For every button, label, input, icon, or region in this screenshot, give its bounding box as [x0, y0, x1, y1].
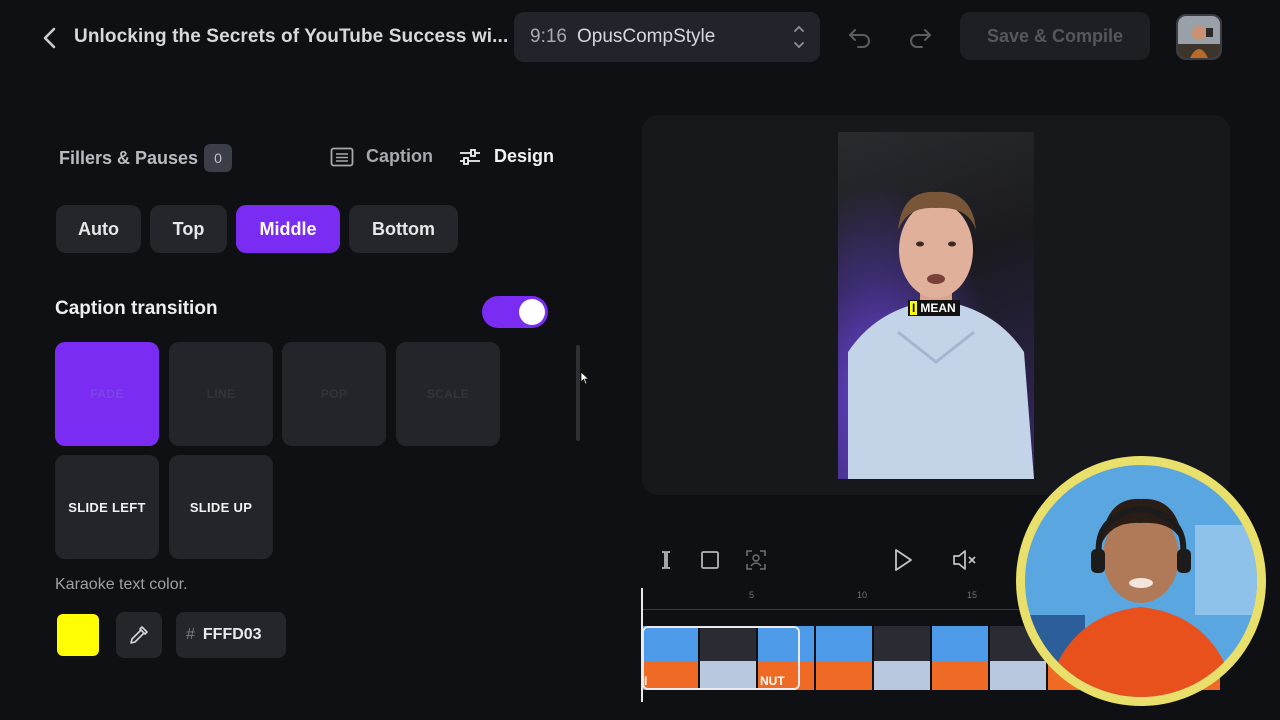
caption-list-icon	[330, 147, 354, 166]
transition-tile-slide-left[interactable]: SLIDE LEFT	[55, 455, 159, 559]
clip-thumb[interactable]	[874, 626, 930, 690]
position-top-button[interactable]: Top	[150, 205, 227, 253]
style-preset-name: OpusCompStyle	[576, 26, 716, 47]
clip-thumb[interactable]	[932, 626, 988, 690]
aspect-ratio-label: 9:16	[530, 26, 567, 47]
select-updown-icon	[794, 25, 804, 49]
webcam-overlay	[1016, 456, 1266, 706]
mute-button[interactable]	[950, 546, 978, 574]
caption-transition-toggle[interactable]	[482, 296, 548, 328]
tab-caption[interactable]: Caption	[330, 146, 433, 167]
webcam-feed	[1025, 465, 1257, 697]
stop-button[interactable]	[696, 546, 724, 574]
chevron-left-icon	[43, 27, 56, 49]
hex-hash-symbol: #	[186, 626, 195, 643]
eyedropper-button[interactable]	[116, 612, 162, 658]
aspect-style-select[interactable]: 9:16 OpusCompStyle	[514, 12, 820, 62]
caption-transition-title: Caption transition	[55, 298, 218, 319]
transition-tile-fade[interactable]: FADE	[55, 342, 159, 446]
ruler-tick-5: 5	[749, 590, 755, 600]
ruler-tick-10: 10	[857, 590, 868, 600]
avatar-image	[1178, 16, 1220, 58]
webcam-person-image	[1025, 465, 1257, 697]
transition-tile-slide-up[interactable]: SLIDE UP	[169, 455, 273, 559]
selected-clip-outline[interactable]	[642, 626, 800, 690]
tab-design[interactable]: Design	[458, 146, 554, 167]
position-middle-button[interactable]: Middle	[236, 205, 340, 253]
toggle-knob	[519, 299, 545, 325]
caption-highlight-word: I	[910, 301, 918, 315]
eyedropper-icon	[130, 626, 148, 644]
redo-icon	[910, 29, 931, 48]
mouse-cursor-icon	[580, 371, 590, 390]
transition-scrollbar[interactable]	[576, 345, 580, 441]
transition-tile-line[interactable]: LINE	[169, 342, 273, 446]
karaoke-color-label: Karaoke text color.	[55, 576, 188, 593]
karaoke-color-swatch[interactable]	[57, 614, 99, 656]
redo-button[interactable]	[906, 24, 934, 50]
hex-value: FFFD03	[202, 626, 262, 643]
transition-tile-pop[interactable]: POP	[282, 342, 386, 446]
volume-muted-icon	[953, 550, 976, 570]
trim-button[interactable]	[652, 546, 680, 574]
tab-design-label: Design	[494, 146, 555, 166]
position-bottom-button[interactable]: Bottom	[349, 205, 458, 253]
play-icon	[895, 549, 912, 571]
user-avatar[interactable]	[1176, 14, 1222, 60]
fillers-pauses-label[interactable]: Fillers & Pauses	[59, 148, 198, 169]
project-title[interactable]: Unlocking the Secrets of YouTube Success…	[74, 26, 508, 48]
caption-word: MEAN	[920, 301, 956, 315]
position-auto-button[interactable]: Auto	[56, 205, 141, 253]
fillers-count-badge: 0	[204, 144, 232, 172]
sliders-icon	[460, 148, 480, 165]
focus-frame-icon	[746, 550, 766, 570]
split-cursor-icon	[662, 551, 670, 569]
undo-icon	[849, 29, 870, 48]
save-compile-button[interactable]: Save & Compile	[960, 12, 1150, 60]
undo-button[interactable]	[846, 24, 874, 50]
clip-thumb[interactable]	[816, 626, 872, 690]
tab-caption-label: Caption	[366, 146, 433, 166]
ruler-tick-15: 15	[967, 590, 978, 600]
transition-tile-scale[interactable]: SCALE	[396, 342, 500, 446]
back-button[interactable]	[38, 24, 62, 52]
square-icon	[701, 551, 719, 569]
timeline-playhead[interactable]	[641, 588, 643, 702]
play-button[interactable]	[888, 546, 916, 574]
video-preview[interactable]: I MEAN	[838, 132, 1034, 479]
karaoke-hex-input[interactable]: # FFFD03	[176, 612, 286, 658]
burned-in-caption: I MEAN	[908, 300, 960, 316]
reframe-button[interactable]	[742, 546, 770, 574]
